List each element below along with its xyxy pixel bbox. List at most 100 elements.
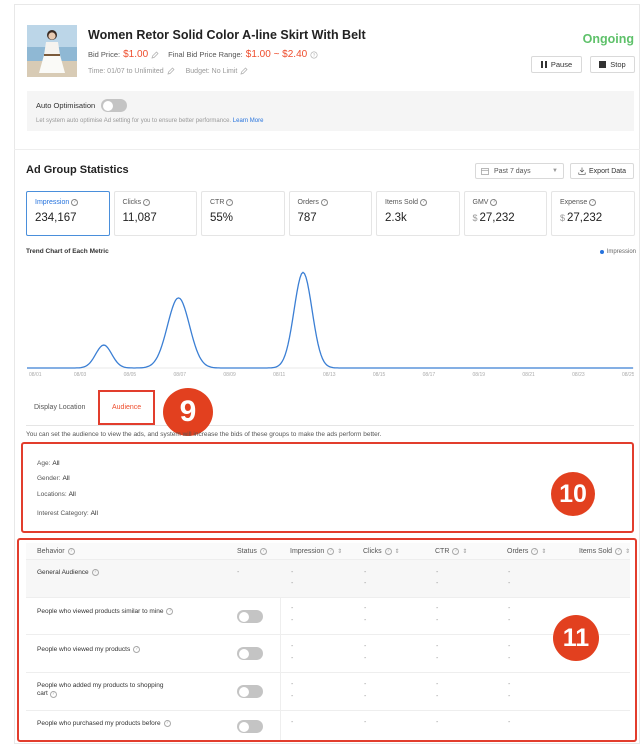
highlight-box-9 <box>98 390 155 425</box>
metric-cards: Impression? 234,167 Clicks? 11,087 CTR? … <box>26 191 635 236</box>
metric-label-text: Orders <box>297 199 319 206</box>
stats-title: Ad Group Statistics <box>26 164 129 176</box>
metric-value: 11,087 <box>122 212 157 224</box>
tab-display-location[interactable]: Display Location <box>34 404 85 411</box>
x-tick-label: 08/13 <box>323 372 336 378</box>
help-icon: ? <box>320 199 328 206</box>
edit-icon[interactable] <box>151 51 159 59</box>
metric-value: $27,232 <box>560 212 626 224</box>
metric-label-text: Items Sold <box>385 199 419 206</box>
export-data-label: Export Data <box>589 167 626 175</box>
edit-budget-icon[interactable] <box>240 67 248 75</box>
time-text: Time: 01/07 to Unlimited <box>88 67 164 75</box>
metric-card-gmv[interactable]: GMV? $27,232 <box>463 191 547 236</box>
help-icon: ? <box>226 199 234 206</box>
metric-card-expense[interactable]: Expense? $27,232 <box>551 191 635 236</box>
chart-title: Trend Chart of Each Metric <box>26 248 109 255</box>
x-tick-label: 08/07 <box>174 372 187 378</box>
metric-value: 2.3k <box>385 212 407 224</box>
date-range-picker[interactable]: Past 7 days ▼ <box>475 163 564 179</box>
bid-price-label: Bid Price: <box>88 50 121 59</box>
chevron-down-icon: ▼ <box>552 168 558 174</box>
stop-label: Stop <box>610 60 626 69</box>
x-tick-label: 08/01 <box>29 372 42 378</box>
help-icon: ? <box>310 50 318 59</box>
x-tick-label: 08/19 <box>473 372 486 378</box>
pause-label: Pause <box>550 60 573 69</box>
metric-card-ctr[interactable]: CTR? 55% <box>201 191 285 236</box>
metric-value-number: 27,232 <box>567 212 603 224</box>
metric-value: 787 <box>297 212 317 224</box>
metric-label: CTR? <box>210 199 276 206</box>
product-title: Women Retor Solid Color A-line Skirt Wit… <box>88 28 366 42</box>
help-icon: ? <box>490 199 498 206</box>
svg-text:?: ? <box>313 52 316 57</box>
impression-series-line <box>27 271 633 369</box>
currency-symbol: $ <box>472 213 478 223</box>
help-icon: ? <box>589 199 597 206</box>
pause-button[interactable]: Pause <box>531 56 582 73</box>
edit-time-icon[interactable] <box>167 67 175 75</box>
metric-label: Expense? <box>560 199 626 206</box>
help-icon: ? <box>420 199 428 206</box>
auto-optimisation-panel: Auto Optimisation Let system auto optimi… <box>27 91 634 131</box>
x-tick-label: 08/17 <box>423 372 436 378</box>
metric-label-text: Clicks <box>122 199 142 206</box>
x-tick-label: 08/03 <box>74 372 87 378</box>
metric-value: 234,167 <box>35 212 77 224</box>
metric-label-text: GMV <box>472 199 489 206</box>
x-tick-label: 08/23 <box>572 372 585 378</box>
metric-card-orders[interactable]: Orders? 787 <box>288 191 372 236</box>
final-range-label: Final Bid Price Range: <box>168 50 243 59</box>
metric-label: Impression? <box>35 199 101 206</box>
highlight-box-10 <box>21 442 634 533</box>
metric-label-text: CTR <box>210 199 225 206</box>
metric-label: Items Sold? <box>385 199 451 206</box>
product-thumbnail <box>27 25 77 77</box>
auto-optimisation-desc: Let system auto optimise Ad setting for … <box>36 118 263 124</box>
pause-icon <box>540 61 547 68</box>
tabs-divider <box>26 425 634 426</box>
x-tick-label: 08/21 <box>522 372 535 378</box>
status-label: Ongoing <box>582 32 634 46</box>
trend-chart: 08/01 08/03 08/05 08/07 08/09 08/11 08/13 08/15… <box>27 271 634 378</box>
metric-label-text: Impression <box>35 199 70 206</box>
metric-card-impression[interactable]: Impression? 234,167 <box>26 191 110 236</box>
auto-optimisation-toggle[interactable] <box>101 99 127 112</box>
metric-value: $27,232 <box>473 212 539 224</box>
time-budget-line: Time: 01/07 to Unlimited Budget: No Limi… <box>88 67 248 75</box>
legend-label: Impression <box>606 249 636 255</box>
auto-desc-text: Let system auto optimise Ad setting for … <box>36 118 232 124</box>
download-icon <box>578 167 586 175</box>
x-tick-label: 08/11 <box>273 372 285 378</box>
currency-symbol: $ <box>560 213 566 223</box>
x-tick-label: 08/15 <box>373 372 386 378</box>
section-divider <box>14 149 640 150</box>
metric-label: Clicks? <box>123 199 189 206</box>
callout-badge-10: 10 <box>551 472 595 516</box>
calendar-icon <box>481 168 489 175</box>
metric-label: GMV? <box>473 199 539 206</box>
metric-card-items-sold[interactable]: Items Sold? 2.3k <box>376 191 460 236</box>
stop-icon <box>599 61 607 68</box>
budget-text: Budget: No Limit <box>185 67 238 75</box>
x-tick-label: 08/25 <box>622 372 634 378</box>
highlight-box-11 <box>17 538 637 742</box>
metric-card-clicks[interactable]: Clicks? 11,087 <box>113 191 197 236</box>
legend-dot-icon <box>599 250 604 254</box>
learn-more-link[interactable]: Learn More <box>233 118 264 124</box>
help-icon: ? <box>143 199 151 206</box>
bid-price-line: Bid Price: $1.00 Final Bid Price Range: … <box>88 49 318 60</box>
metric-value-number: 27,232 <box>479 212 515 224</box>
audience-description: You can set the audience to view the ads… <box>26 431 382 438</box>
export-data-button[interactable]: Export Data <box>570 163 634 179</box>
metric-label-text: Expense <box>560 199 588 206</box>
stop-button[interactable]: Stop <box>590 56 635 73</box>
auto-optimisation-label: Auto Optimisation <box>36 101 96 110</box>
metric-value: 55% <box>210 212 234 224</box>
metric-label: Orders? <box>298 199 364 206</box>
callout-badge-9: 9 <box>163 388 213 436</box>
final-range-value: $1.00 ~ $2.40 <box>245 49 308 60</box>
x-tick-label: 08/09 <box>223 372 236 378</box>
callout-badge-11: 11 <box>553 615 599 661</box>
